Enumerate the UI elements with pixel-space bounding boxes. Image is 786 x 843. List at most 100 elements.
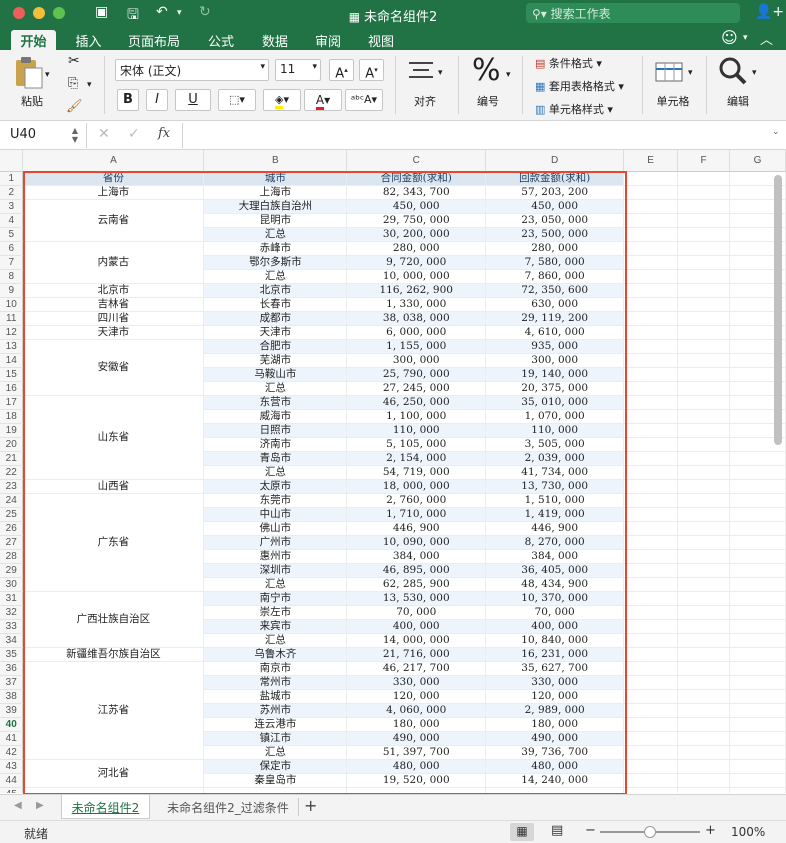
empty-cell[interactable] <box>623 423 679 438</box>
city-cell[interactable]: 汇总 <box>203 269 348 284</box>
row-header[interactable]: 33 <box>0 619 24 634</box>
payment-amount-cell[interactable]: 23, 050, 000 <box>485 213 625 228</box>
payment-amount-cell[interactable]: 330, 000 <box>485 675 625 690</box>
empty-cell[interactable] <box>677 731 730 746</box>
row-header[interactable]: 3 <box>0 199 24 214</box>
empty-cell[interactable] <box>677 339 730 354</box>
payment-amount-cell[interactable]: 10, 840, 000 <box>485 633 625 648</box>
empty-cell[interactable] <box>623 535 679 550</box>
row-header[interactable]: 12 <box>0 325 24 340</box>
city-cell[interactable]: 大理白族自治州 <box>203 199 348 214</box>
empty-cell[interactable] <box>623 745 679 760</box>
spreadsheet-grid[interactable]: A B C D E F G 1 省份 城市 合同金额(求和) 回款金额(求和) 2 上海市上… <box>0 150 786 793</box>
empty-cell[interactable] <box>623 353 679 368</box>
pivot-header-cell[interactable]: 省份 <box>22 171 205 186</box>
payment-amount-cell[interactable]: 300, 000 <box>485 353 625 368</box>
payment-amount-cell[interactable]: 57, 203, 200 <box>485 185 625 200</box>
city-cell[interactable]: 汇总 <box>203 465 348 480</box>
cut-icon[interactable]: ✂ <box>68 53 80 69</box>
contract-amount-cell[interactable]: 384, 000 <box>346 549 487 564</box>
font-color-button[interactable]: A▾ <box>304 89 342 111</box>
contract-amount-cell[interactable]: 46, 895, 000 <box>346 563 487 578</box>
row-header[interactable]: 38 <box>0 689 24 704</box>
empty-cell[interactable] <box>203 787 348 793</box>
empty-cell[interactable] <box>346 787 487 793</box>
zoom-slider-thumb[interactable] <box>644 826 656 838</box>
empty-cell[interactable] <box>677 661 730 676</box>
province-cell[interactable]: 江苏省 <box>22 661 205 760</box>
empty-cell[interactable] <box>677 451 730 466</box>
tab-formulas[interactable]: 公式 <box>200 30 242 50</box>
empty-cell[interactable] <box>677 395 730 410</box>
contract-amount-cell[interactable]: 21, 716, 000 <box>346 647 487 662</box>
city-cell[interactable]: 汇总 <box>203 577 348 592</box>
payment-amount-cell[interactable]: 29, 119, 200 <box>485 311 625 326</box>
empty-cell[interactable] <box>623 675 679 690</box>
zoom-level[interactable]: 100% <box>731 825 765 839</box>
empty-cell[interactable] <box>677 465 730 480</box>
empty-cell[interactable] <box>623 171 679 186</box>
search-sheet-input[interactable]: ⚲▾ 搜索工作表 <box>526 3 740 23</box>
empty-cell[interactable] <box>623 297 679 312</box>
empty-cell[interactable] <box>623 731 679 746</box>
empty-cell[interactable] <box>623 311 679 326</box>
payment-amount-cell[interactable]: 36, 405, 000 <box>485 563 625 578</box>
city-cell[interactable]: 中山市 <box>203 507 348 522</box>
contract-amount-cell[interactable]: 14, 000, 000 <box>346 633 487 648</box>
payment-amount-cell[interactable]: 446, 900 <box>485 521 625 536</box>
province-cell[interactable]: 内蒙古 <box>22 241 205 284</box>
row-header[interactable]: 30 <box>0 577 24 592</box>
row-header[interactable]: 11 <box>0 311 24 326</box>
empty-cell[interactable] <box>623 339 679 354</box>
row-header[interactable]: 40 <box>0 717 24 732</box>
empty-cell[interactable] <box>623 703 679 718</box>
empty-cell[interactable] <box>677 745 730 760</box>
row-header[interactable]: 14 <box>0 353 24 368</box>
city-cell[interactable]: 威海市 <box>203 409 348 424</box>
row-header[interactable]: 36 <box>0 661 24 676</box>
contract-amount-cell[interactable]: 1, 710, 000 <box>346 507 487 522</box>
city-cell[interactable]: 南京市 <box>203 661 348 676</box>
city-cell[interactable]: 东营市 <box>203 395 348 410</box>
empty-cell[interactable] <box>623 605 679 620</box>
empty-cell[interactable] <box>623 787 679 793</box>
payment-amount-cell[interactable]: 70, 000 <box>485 605 625 620</box>
row-header[interactable]: 27 <box>0 535 24 550</box>
payment-amount-cell[interactable]: 39, 736, 700 <box>485 745 625 760</box>
payment-amount-cell[interactable]: 110, 000 <box>485 423 625 438</box>
row-header[interactable]: 15 <box>0 367 24 382</box>
empty-cell[interactable] <box>623 395 679 410</box>
empty-cell[interactable] <box>677 381 730 396</box>
empty-cell[interactable] <box>623 479 679 494</box>
conditional-format-button[interactable]: ▤ 条件格式 ▾ <box>535 55 602 71</box>
province-cell[interactable]: 山西省 <box>22 479 205 494</box>
font-size-select[interactable]: 11 ▾ <box>275 59 321 81</box>
payment-amount-cell[interactable]: 280, 000 <box>485 241 625 256</box>
enter-check-icon[interactable]: ✓ <box>128 126 140 142</box>
row-header[interactable]: 28 <box>0 549 24 564</box>
contract-amount-cell[interactable]: 51, 397, 700 <box>346 745 487 760</box>
percent-icon[interactable]: % <box>472 53 501 88</box>
empty-cell[interactable] <box>677 759 730 774</box>
row-header[interactable]: 16 <box>0 381 24 396</box>
formula-input[interactable] <box>186 126 766 145</box>
empty-cell[interactable] <box>677 633 730 648</box>
city-cell[interactable]: 马鞍山市 <box>203 367 348 382</box>
province-cell[interactable]: 河北省 <box>22 759 205 788</box>
tab-review[interactable]: 审阅 <box>307 30 349 50</box>
feedback-dropdown-icon[interactable]: ▾ <box>743 33 748 43</box>
row-header[interactable]: 35 <box>0 647 24 662</box>
align-button[interactable] <box>407 60 437 82</box>
payment-amount-cell[interactable]: 19, 140, 000 <box>485 367 625 382</box>
empty-cell[interactable] <box>677 689 730 704</box>
empty-cell[interactable] <box>623 241 679 256</box>
row-header[interactable]: 20 <box>0 437 24 452</box>
contract-amount-cell[interactable]: 25, 790, 000 <box>346 367 487 382</box>
select-all-corner[interactable] <box>0 150 24 172</box>
city-cell[interactable]: 连云港市 <box>203 717 348 732</box>
province-cell[interactable]: 吉林省 <box>22 297 205 312</box>
empty-cell[interactable] <box>623 717 679 732</box>
empty-cell[interactable] <box>623 409 679 424</box>
province-cell[interactable]: 四川省 <box>22 311 205 326</box>
empty-cell[interactable] <box>623 661 679 676</box>
